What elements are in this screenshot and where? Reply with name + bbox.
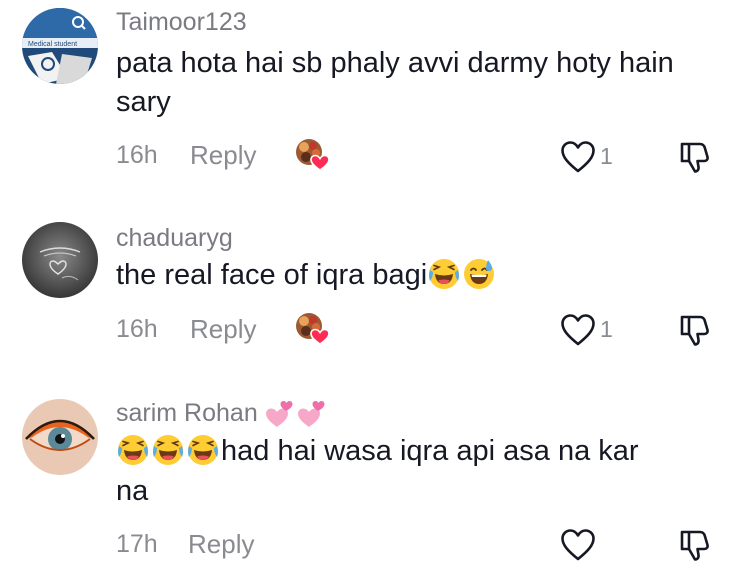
avatar-caption: Medical student xyxy=(28,41,77,48)
comment-text-continued: na xyxy=(116,475,149,507)
creator-liked-badge-icon xyxy=(294,312,330,346)
heart-outline-icon[interactable] xyxy=(560,528,596,562)
thumbs-down-icon[interactable] xyxy=(678,140,712,174)
comment-username-line: sarim Rohan xyxy=(116,397,326,431)
grinning-sweat-emoji-icon xyxy=(462,257,496,291)
thumbs-down-icon[interactable] xyxy=(678,313,712,347)
reply-button[interactable]: Reply xyxy=(188,529,254,560)
thumbs-down-icon[interactable] xyxy=(678,528,712,562)
like-count: 1 xyxy=(600,143,613,169)
comment-username[interactable]: Taimoor123 xyxy=(116,8,247,37)
heart-outline-icon[interactable] xyxy=(560,140,596,174)
creator-liked-badge-icon xyxy=(294,138,330,172)
comment-text: pata hota hai sb phaly avvi darmy hoty h… xyxy=(116,47,674,118)
comment-timestamp: 17h xyxy=(116,530,158,558)
heart-outline-icon[interactable] xyxy=(560,313,596,347)
tears-of-joy-emoji-icon xyxy=(151,433,185,467)
comment-timestamp: 16h xyxy=(116,315,158,343)
two-hearts-emoji-icon xyxy=(264,397,326,431)
tears-of-joy-emoji-icon xyxy=(116,433,150,467)
avatar[interactable] xyxy=(22,222,98,298)
comment-username[interactable]: sarim Rohan xyxy=(116,399,258,427)
comment-text: the real face of iqra bagi xyxy=(116,259,428,291)
comment-timestamp: 16h xyxy=(116,141,158,169)
avatar[interactable] xyxy=(22,399,98,475)
reply-button[interactable]: Reply xyxy=(190,314,256,345)
comment-text-line: the real face of iqra bagi xyxy=(116,256,706,295)
comment-text-line: had hai wasa iqra api asa na kar xyxy=(116,432,706,471)
avatar[interactable]: Medical student xyxy=(22,8,98,84)
comment-username[interactable]: chaduaryg xyxy=(116,224,233,253)
tears-of-joy-emoji-icon xyxy=(427,257,461,291)
comment-text: had hai wasa iqra api asa na kar xyxy=(221,435,639,467)
tears-of-joy-emoji-icon xyxy=(186,433,220,467)
reply-button[interactable]: Reply xyxy=(190,140,256,171)
like-count: 1 xyxy=(600,316,613,342)
